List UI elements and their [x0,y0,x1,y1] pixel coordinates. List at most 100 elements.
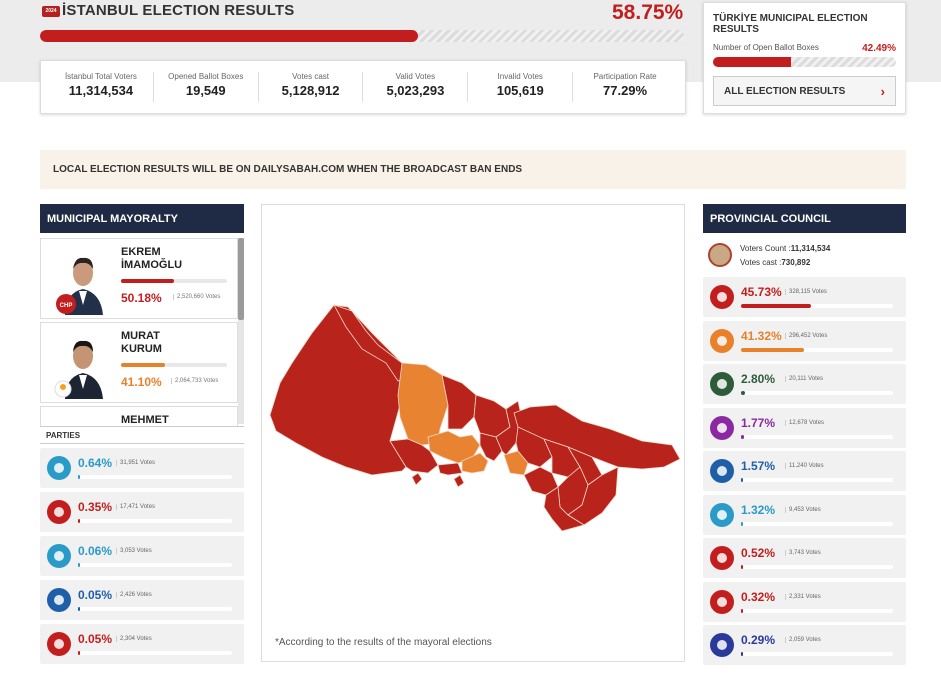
deva-logo [46,587,72,613]
party-bar-fill [78,607,81,611]
party-bar-fill [78,475,81,479]
stat-label: Votes cast [292,72,330,81]
opened-progress-bar [40,30,684,42]
dem-logo [709,415,735,441]
parties-heading: PARTIES [40,426,244,444]
stat-value: 105,619 [496,83,544,98]
candidate-pct: 50.18% [121,291,162,305]
map-region-south-2 [437,462,463,476]
party-bar-fill [741,434,744,439]
zafer-logo [709,458,735,484]
party-pct: 1.57% [741,459,776,473]
candidate-votes: 2,064,733 Votes [171,378,218,384]
party-row[interactable]: 0.05% 2,304 Votes [40,624,244,664]
party-logo [709,589,735,615]
party-pct: 0.64% [78,456,113,470]
iyi-party-logo [46,455,72,481]
party-row[interactable]: 0.06% 3,053 Votes [40,536,244,576]
yeniden-refah-logo [709,371,735,397]
party-votes: 3,743 Votes [785,550,821,556]
provincial-council-heading: PROVINCIAL COUNCIL [703,204,906,233]
party-row[interactable]: 1.32% 9,453 Votes [703,494,906,535]
party-pct: 0.52% [741,546,776,560]
provincial-council-summary: Voters Count :11,314,534 Votes cast :730… [703,236,906,273]
party-row[interactable]: 45.73% 328,115 Votes [703,277,906,317]
mayoralty-heading: MUNICIPAL MAYORALTY [40,204,244,233]
party-bar-fill [741,652,744,656]
stat-participation: Participation Rate 77.29% [573,72,677,102]
party-bar-fill [78,519,81,523]
map-region-central-1 [441,374,477,430]
party-row[interactable]: 0.52% 3,743 Votes [703,538,906,578]
candidate-card-kurum[interactable]: MURAT KURUM 41.10% 2,064,733 Votes [40,322,238,403]
stat-label: Participation Rate [593,72,657,81]
candidate-bar-fill [121,279,175,283]
stat-value: 77.29% [603,83,648,98]
party-bar [741,347,893,352]
chevron-right-icon: › [880,83,885,99]
party-row[interactable]: 0.64% 31,951 Votes [40,448,244,488]
chp-logo [709,284,735,310]
party-bar-fill [741,478,744,482]
stat-votes-cast: Votes cast 5,128,912 [259,72,364,102]
stat-label: Invalid Votes [497,72,543,81]
party-votes: 31,951 Votes [116,460,155,466]
party-row[interactable]: 2.80% 20,111 Votes [703,364,906,404]
all-election-results-button[interactable]: ALL ELECTION RESULTS › [713,76,896,106]
party-bar-fill [741,521,744,526]
map-region-islands [411,472,465,488]
candidate-pct: 41.10% [121,375,162,389]
map-footnote: *According to the results of the mayoral… [275,637,492,648]
turkiye-results-box: TÜRKİYE MUNICIPAL ELECTION RESULTS Numbe… [703,2,906,114]
candidate-photo [53,413,113,426]
party-votes: 296,452 Votes [785,332,827,339]
party-votes: 11,240 Votes [785,463,824,469]
party-pct: 0.29% [741,633,776,647]
stat-label: Valid Votes [395,72,436,81]
candidate-votes: 2,520,660 Votes [173,294,220,300]
party-row[interactable]: 1.77% 12,678 Votes [703,407,906,448]
stats-box: İstanbul Total Voters 11,314,534 Opened B… [40,60,686,114]
party-votes: 2,426 Votes [116,592,152,598]
candidate-list[interactable]: CHP EKREM İMAMOĞLU 50.18% 2,520,660 Votes… [40,236,244,426]
party-votes: 20,111 Votes [785,376,823,382]
party-pct: 2.80% [741,372,776,386]
party-bar-fill [741,304,811,308]
svg-text:CHP: CHP [60,303,73,309]
broadcast-ban-notice: LOCAL ELECTION RESULTS WILL BE ON DAILYS… [40,150,906,189]
party-bar [741,652,893,656]
party-row[interactable]: 0.05% 2,426 Votes [40,580,244,620]
candidate-photo [54,340,103,399]
party-bar-fill [741,608,744,613]
party-bar-fill [741,347,804,352]
party-row[interactable]: 0.35% 17,471 Votes [40,492,244,532]
party-pct: 45.73% [741,285,782,299]
party-row[interactable]: 41.32% 296,452 Votes [703,320,906,361]
akp-logo [709,328,735,354]
stat-value: 19,549 [185,83,226,98]
candidate-scrollbar-thumb[interactable] [238,238,244,320]
party-pct: 1.77% [741,415,776,430]
istanbul-map: *According to the results of the mayoral… [261,204,685,662]
stat-valid-votes: Valid Votes 5,023,293 [363,72,469,102]
party-pct: 0.06% [78,544,113,558]
party-row[interactable]: 0.29% 2,059 Votes [703,625,906,665]
party-votes: 328,115 Votes [785,289,827,295]
party-bar [78,651,232,655]
saadet-logo [709,545,735,571]
candidate-card-imamoglu[interactable]: CHP EKREM İMAMOĞLU 50.18% 2,520,660 Votes [40,238,238,319]
open-boxes-bar [713,57,896,67]
party-pct: 1.32% [741,502,776,517]
stat-opened-boxes: Opened Ballot Boxes 19,549 [154,72,259,102]
candidate-bar-fill [121,363,165,367]
saadet-logo [46,499,72,525]
party-pct: 0.05% [78,632,113,646]
candidate-card-mehmet[interactable]: MEHMET [40,406,238,426]
party-bar [741,304,893,308]
party-row[interactable]: 1.57% 11,240 Votes [703,451,906,491]
party-pct: 0.32% [741,589,776,604]
party-bar [741,478,893,482]
party-row[interactable]: 0.32% 2,331 Votes [703,581,906,622]
istanbul-seal-icon [708,243,732,267]
open-boxes-label: Number of Open Ballot Boxes [713,43,819,52]
